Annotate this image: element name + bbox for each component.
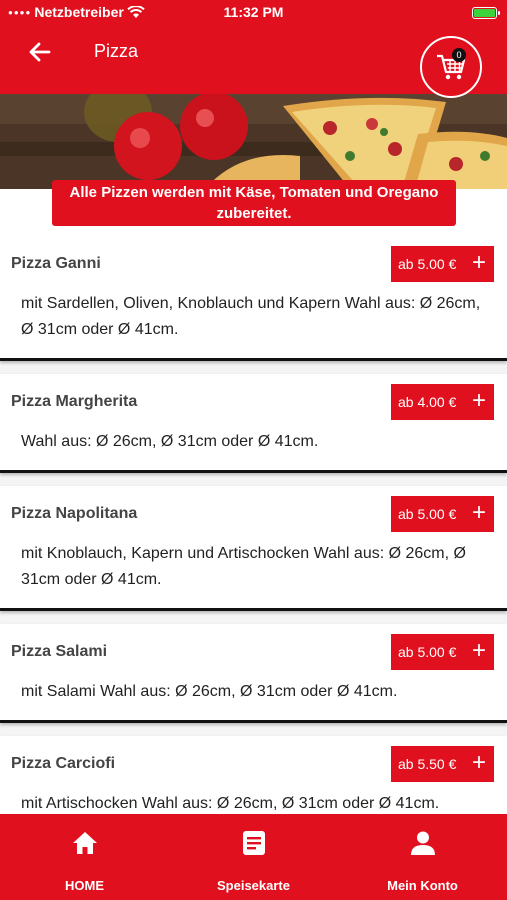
app-bar: Pizza 0 <box>0 26 507 98</box>
product-name: Pizza Carciofi <box>11 755 116 772</box>
home-icon <box>72 830 98 856</box>
product-description: mit Artischocken Wahl aus: Ø 26cm, Ø 31c… <box>21 795 440 812</box>
cart-count-badge: 0 <box>452 48 466 62</box>
add-to-cart-button[interactable]: ab 5.50 € + <box>391 746 494 782</box>
plus-icon: + <box>471 637 486 664</box>
nav-speisekarte[interactable]: Speisekarte <box>169 814 338 900</box>
product-description: mit Knoblauch, Kapern und Artischocken W… <box>21 545 466 588</box>
status-time: 11:32 PM <box>223 4 284 20</box>
add-to-cart-button[interactable]: ab 4.00 € + <box>391 384 494 420</box>
plus-icon: + <box>471 249 486 276</box>
product-name: Pizza Salami <box>11 643 108 660</box>
product-price: ab 4.00 € <box>398 394 457 410</box>
product-price: ab 5.00 € <box>398 506 457 522</box>
account-icon <box>410 830 436 856</box>
nav-mein-konto-label: Mein Konto <box>387 878 458 893</box>
product-card: Pizza Napolitana ab 5.00 € + mit Knoblau… <box>0 486 507 611</box>
product-card: Pizza Salami ab 5.00 € + mit Salami Wahl… <box>0 624 507 723</box>
info-banner: Alle Pizzen werden mit Käse, Tomaten und… <box>52 180 456 226</box>
nav-home[interactable]: HOME <box>0 814 169 900</box>
back-button[interactable] <box>22 36 58 68</box>
nav-home-label: HOME <box>65 878 104 893</box>
product-price: ab 5.50 € <box>398 756 457 772</box>
product-name: Pizza Ganni <box>11 255 101 272</box>
product-card: Pizza Carciofi ab 5.50 € + mit Artischoc… <box>0 736 507 814</box>
nav-mein-konto[interactable]: Mein Konto <box>338 814 507 900</box>
menu-icon <box>242 830 266 856</box>
hero-image <box>0 94 507 189</box>
product-name: Pizza Margherita <box>11 393 138 410</box>
add-to-cart-button[interactable]: ab 5.00 € + <box>391 634 494 670</box>
arrow-left-icon <box>29 42 51 62</box>
bottom-navigation: HOME Speisekarte Mein Konto <box>0 814 507 900</box>
add-to-cart-button[interactable]: ab 5.00 € + <box>391 246 494 282</box>
product-description: Wahl aus: Ø 26cm, Ø 31cm oder Ø 41cm. <box>21 433 319 450</box>
status-bar: ●●●● Netzbetreiber 11:32 PM <box>0 0 507 26</box>
product-price: ab 5.00 € <box>398 644 457 660</box>
cart-button[interactable]: 0 <box>420 36 482 98</box>
product-card: Pizza Margherita ab 4.00 € + Wahl aus: Ø… <box>0 374 507 473</box>
plus-icon: + <box>471 499 486 526</box>
product-name: Pizza Napolitana <box>11 505 138 522</box>
product-description: mit Sardellen, Oliven, Knoblauch und Kap… <box>21 295 481 338</box>
product-description: mit Salami Wahl aus: Ø 26cm, Ø 31cm oder… <box>21 683 398 700</box>
plus-icon: + <box>471 749 486 776</box>
battery-icon <box>472 7 500 19</box>
add-to-cart-button[interactable]: ab 5.00 € + <box>391 496 494 532</box>
product-price: ab 5.00 € <box>398 256 457 272</box>
product-list: Pizza Ganni ab 5.00 € + mit Sardellen, O… <box>0 236 507 814</box>
plus-icon: + <box>471 387 486 414</box>
page-title: Pizza <box>94 41 139 61</box>
product-card: Pizza Ganni ab 5.00 € + mit Sardellen, O… <box>0 236 507 361</box>
nav-speisekarte-label: Speisekarte <box>217 878 290 893</box>
